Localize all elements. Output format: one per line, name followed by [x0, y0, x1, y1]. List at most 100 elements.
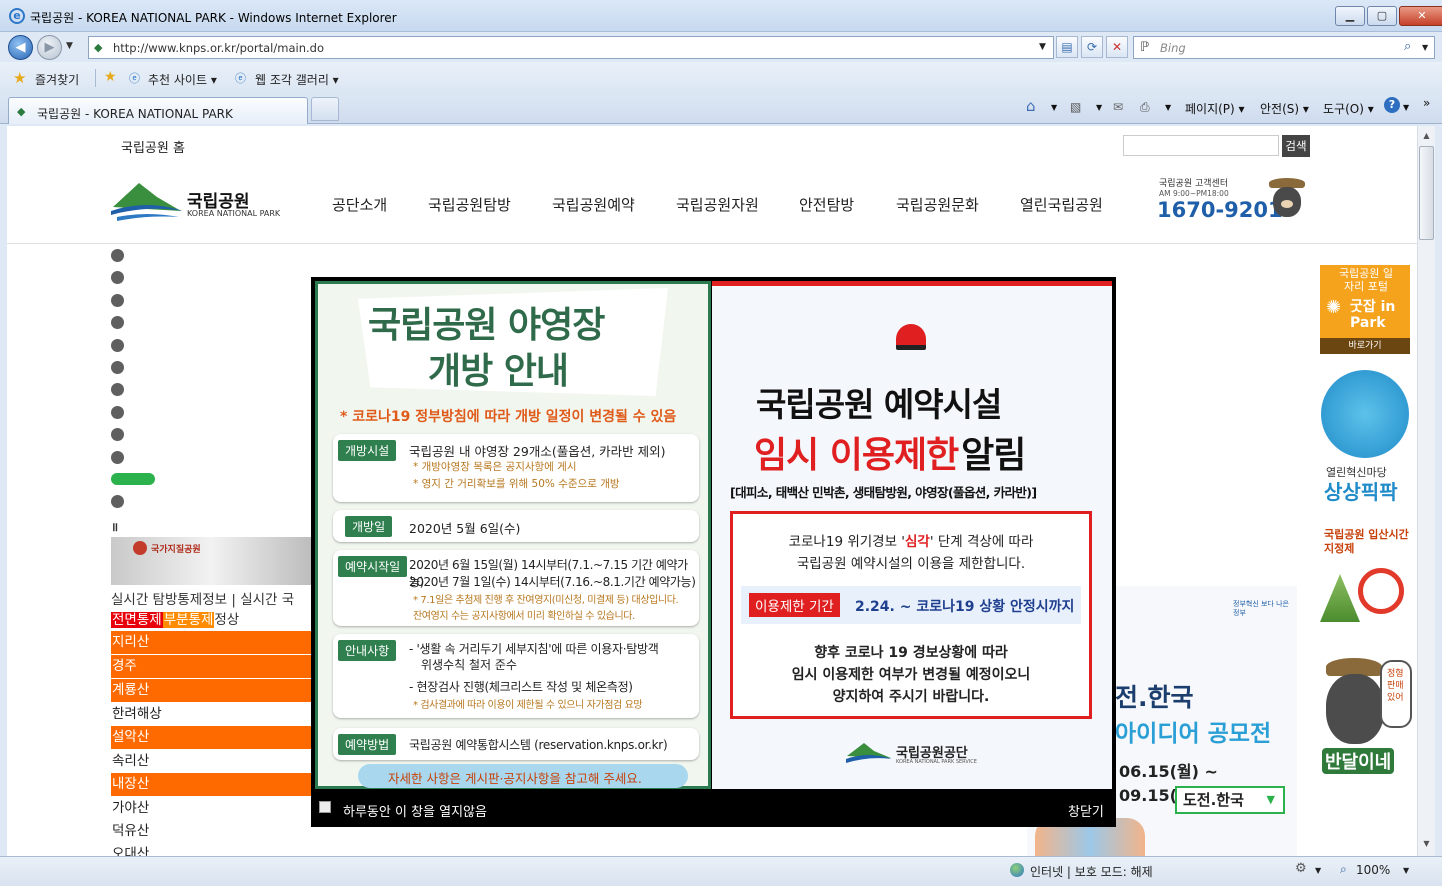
print-dropdown-icon[interactable]: ▼ [1165, 103, 1171, 112]
slide-dot[interactable] [111, 495, 124, 508]
help-dropdown-icon[interactable]: ▼ [1403, 103, 1409, 112]
nav-resources[interactable]: 국립공원자원 [676, 194, 759, 215]
slide-dot[interactable] [111, 294, 124, 307]
slide-dot[interactable] [111, 361, 124, 374]
navigation-bar: ◀ ▶ ▼ ◆ http://www.knps.or.kr/portal/mai… [0, 32, 1442, 62]
row-facility: 개방시설 국립공원 내 야영장 29개소(풀옵션, 카라반 제외) * 개방야영… [333, 434, 699, 502]
tools-menu[interactable]: 도구(O) ▾ [1323, 100, 1374, 117]
contest-select[interactable]: 도전.한국 ▼ [1175, 786, 1285, 814]
park-status-hallyeo[interactable]: 한려해상 [111, 703, 311, 726]
nav-open-park[interactable]: 열린국립공원 [1020, 194, 1103, 215]
jobs-go-button[interactable]: 바로가기 [1320, 338, 1410, 354]
nav-safety[interactable]: 안전탐방 [799, 194, 854, 215]
favorites-button[interactable]: 즐겨찾기 [35, 71, 79, 88]
slide-dot[interactable] [111, 406, 124, 419]
park-status-gayasan[interactable]: 가야산 [111, 797, 311, 820]
call-center[interactable]: 국립공원 고객센터 AM 9:00~PM18:00 1670-9201 [1157, 174, 1312, 226]
search-dropdown-icon[interactable]: ▼ [1422, 43, 1428, 52]
open-innovation-banner[interactable]: 열린혁신마당 상상픽팍 [1320, 370, 1410, 510]
slide-dot[interactable] [111, 249, 124, 262]
nav-culture[interactable]: 국립공원문화 [896, 194, 979, 215]
park-status-deogyusan[interactable]: 덕유산 [111, 820, 311, 843]
slide-dot[interactable] [111, 428, 124, 441]
help-icon[interactable]: ? [1384, 97, 1400, 113]
search-box[interactable]: ℙ Bing ⌕ ▼ [1133, 36, 1435, 59]
home-link[interactable]: 국립공원 홈 [121, 137, 185, 156]
overflow-icon[interactable]: » [1423, 96, 1430, 110]
zone-text: 인터넷 | 보호 모드: 해제 [1030, 865, 1153, 879]
forward-button[interactable]: ▶ [37, 35, 62, 60]
popup-close-button[interactable]: 창닫기 [1068, 801, 1104, 820]
print-icon[interactable]: ⎙ [1140, 100, 1150, 115]
home-icon[interactable]: ⌂ [1026, 97, 1036, 115]
zoom-dropdown-icon[interactable]: ▼ [1403, 866, 1409, 875]
tab-knps[interactable]: ◆ 국립공원 - KOREA NATIONAL PARK [8, 97, 308, 124]
vertical-scrollbar[interactable]: ▲ ▼ [1417, 126, 1435, 856]
history-dropdown-icon[interactable]: ▼ [66, 41, 73, 51]
add-favorite-icon[interactable]: ★ [104, 69, 117, 85]
minimize-button[interactable]: ▁ [1335, 6, 1365, 26]
site-search-input[interactable] [1123, 135, 1279, 156]
bear-shop-title: 반달이네 [1322, 748, 1395, 774]
park-status-songnisan[interactable]: 속리산 [111, 750, 311, 773]
slide-dot[interactable] [111, 316, 124, 329]
siren-icon [896, 324, 926, 350]
page-menu[interactable]: 페이지(P) ▾ [1185, 100, 1245, 117]
row-booking-start: 예약시작일 2020년 6월 15일(월) 14시부터(7.1.~7.15 기간… [333, 550, 699, 626]
refresh-icon[interactable]: ⟳ [1081, 36, 1103, 58]
scroll-up-icon[interactable]: ▲ [1419, 128, 1434, 144]
zone-settings-icon[interactable]: ⚙ [1295, 861, 1307, 876]
contest-select-label: 도전.한국 [1183, 791, 1244, 809]
entry-time-banner[interactable]: 국립공원 입산시간지정제 [1320, 526, 1410, 638]
slide-dot[interactable] [111, 271, 124, 284]
bear-shop-banner[interactable]: 정형 판매 있어 반달이네 [1320, 652, 1412, 782]
web-slice-gallery-link[interactable]: 웹 조각 갤러리 ▾ [255, 71, 339, 88]
slide-dot-active[interactable] [111, 473, 155, 485]
row-note: * 검사결과에 따라 이용이 제한될 수 있으니 자가점검 요망 [413, 700, 643, 711]
org-subname: KOREA NATIONAL PARK SERVICE [896, 759, 977, 765]
geopark-banner[interactable]: 국가지질공원 [111, 537, 311, 585]
new-tab-button[interactable] [311, 97, 339, 121]
close-button[interactable]: ✕ [1399, 6, 1442, 26]
park-status-jirisan[interactable]: 지리산 [111, 631, 311, 654]
zone-dropdown-icon[interactable]: ▼ [1315, 866, 1321, 875]
back-button[interactable]: ◀ [8, 35, 33, 60]
site-search-button[interactable]: 검색 [1282, 135, 1310, 157]
park-status-seoraksan[interactable]: 설악산 [111, 726, 311, 749]
slide-dot[interactable] [111, 451, 124, 464]
scroll-down-icon[interactable]: ▼ [1419, 836, 1434, 852]
stop-icon[interactable]: ✕ [1106, 36, 1128, 58]
jobs-portal-banner[interactable]: 국립공원 일자리 포털 ✺ 굿잡 in Park 바로가기 [1320, 265, 1410, 354]
address-bar[interactable]: ◆ http://www.knps.or.kr/portal/main.do ▼ [88, 36, 1054, 59]
nav-explore[interactable]: 국립공원탐방 [428, 194, 511, 215]
restriction-notice[interactable]: 국립공원 예약시설 임시 이용제한 알림 [대피소, 태백산 민박촌, 생태탐방… [712, 281, 1112, 789]
park-status-gyeryongsan[interactable]: 계룡산 [111, 679, 311, 702]
park-status-naejangsan[interactable]: 내장산 [111, 773, 311, 796]
site-logo[interactable]: 국립공원 KOREA NATIONAL PARK [111, 181, 296, 223]
campsite-notice[interactable]: 국립공원 야영장 개방 안내 * 코로나19 정부방침에 따라 개방 일정이 변… [315, 281, 711, 789]
maximize-button[interactable]: ▢ [1367, 6, 1397, 26]
feeds-dropdown-icon[interactable]: ▼ [1096, 103, 1102, 112]
dont-show-label[interactable]: 하루동안 이 창을 열지않음 [343, 801, 487, 820]
nav-about[interactable]: 공단소개 [332, 194, 387, 215]
feeds-icon[interactable]: ▧ [1070, 100, 1081, 114]
dont-show-checkbox[interactable] [319, 801, 331, 813]
scroll-thumb[interactable] [1419, 146, 1434, 240]
text: ' 단계 격상에 따라 [929, 534, 1034, 550]
address-dropdown-icon[interactable]: ▼ [1039, 42, 1046, 52]
mail-icon[interactable]: ✉ [1113, 100, 1123, 114]
pause-icon[interactable]: ॥ [111, 518, 118, 535]
zoom-level[interactable]: 100% [1356, 863, 1390, 877]
park-status-gyeongju[interactable]: 경주 [111, 655, 311, 678]
search-icon[interactable]: ⌕ [1404, 39, 1411, 54]
compatibility-view-icon[interactable]: ▤ [1056, 36, 1078, 58]
search-input[interactable]: Bing [1160, 41, 1186, 55]
slide-dot[interactable] [111, 339, 124, 352]
address-input[interactable]: http://www.knps.or.kr/portal/main.do [113, 41, 324, 55]
slide-dot[interactable] [111, 383, 124, 396]
home-dropdown-icon[interactable]: ▼ [1051, 103, 1057, 112]
suggested-sites-link[interactable]: 추천 사이트 ▾ [148, 71, 217, 88]
safety-menu[interactable]: 안전(S) ▾ [1260, 100, 1309, 117]
nav-reservation[interactable]: 국립공원예약 [552, 194, 635, 215]
park-status-odaesan[interactable]: 오대산 [111, 843, 311, 856]
